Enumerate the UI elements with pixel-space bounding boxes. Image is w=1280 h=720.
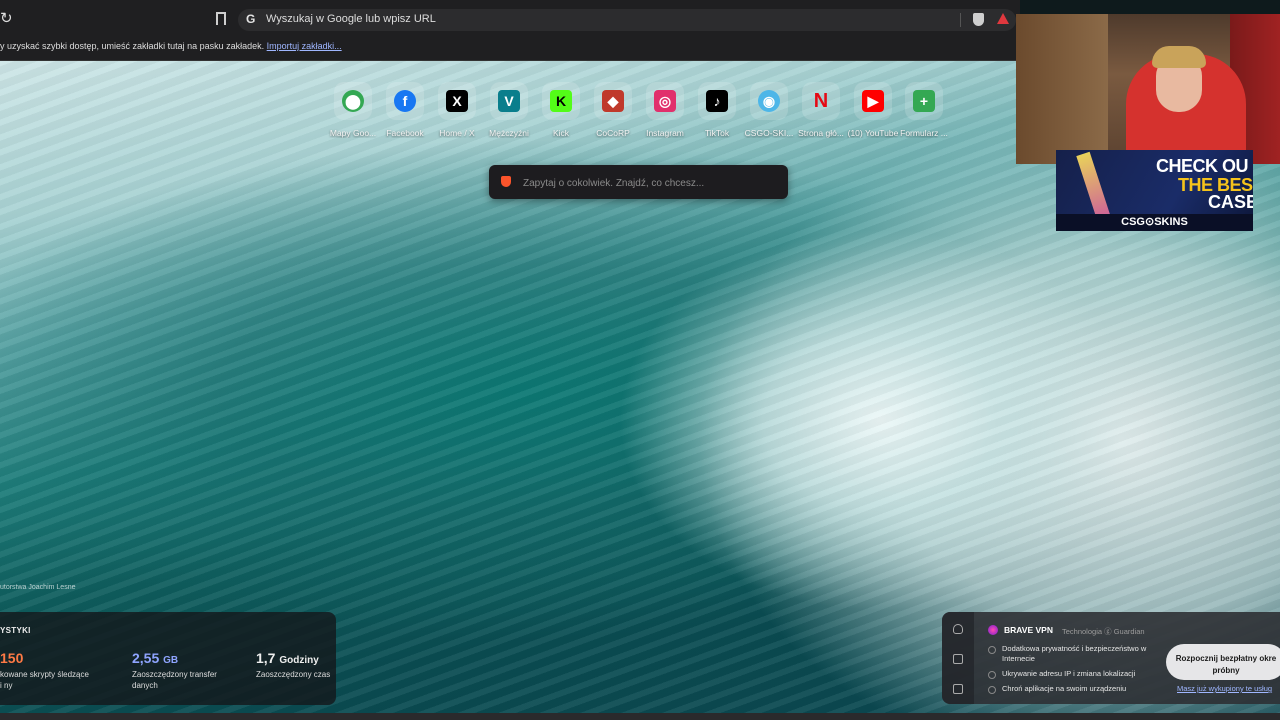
top-site-label: Formularz ... — [900, 128, 948, 138]
top-site-label: (10) YouTube — [847, 128, 899, 138]
top-site-tile[interactable]: X Home / X — [431, 82, 483, 144]
tile-icon-frame: V — [490, 82, 528, 120]
address-placeholder[interactable]: Wyszukaj w Google lub wpisz URL — [266, 13, 436, 25]
promo-line-3: CASE — [1208, 192, 1253, 212]
vpn-widget: BRAVE VPN Technologia ⓖ Guardian Dodatko… — [942, 612, 1280, 704]
taskbar-edge — [0, 713, 1280, 720]
vpn-shield-icon[interactable] — [953, 624, 963, 634]
promo-brand: CSG⊙SKINS — [1056, 214, 1253, 231]
top-site-label: Kick — [552, 128, 570, 138]
top-site-label: Home / X — [439, 128, 475, 138]
stat-bandwidth: 2,55 GB Zaoszczędzony transfer danych — [132, 650, 222, 691]
stat-trackers: 150 kowane skrypty śledzące i ny — [0, 650, 90, 691]
search-box[interactable] — [489, 165, 788, 199]
stat-value: 2,55 GB — [132, 650, 179, 666]
youtube-icon: ▶ — [862, 90, 884, 112]
top-site-tile[interactable]: + Formularz ... — [898, 82, 950, 144]
vpn-already-purchased-link[interactable]: Masz już wykupiony te usług — [1177, 684, 1272, 693]
browser-toolbar: ↻ G Wyszukaj w Google lub wpisz URL — [0, 0, 1020, 38]
top-site-label: Facebook — [386, 128, 424, 138]
widget-sidebar — [942, 612, 974, 704]
reload-icon[interactable]: ↻ — [0, 11, 14, 27]
bookmark-icon[interactable] — [216, 12, 226, 25]
tile-icon-frame: ▶ — [854, 82, 892, 120]
top-site-label: Mapy Goo... — [329, 128, 377, 138]
webcam-hair — [1152, 46, 1206, 68]
vpn-feature: Dodatkowa prywatność i bezpieczeństwo w … — [988, 644, 1160, 664]
google-icon: G — [246, 12, 256, 26]
tile-icon-frame: K — [542, 82, 580, 120]
alert-icon[interactable] — [953, 654, 963, 664]
top-site-tile[interactable]: K Kick — [535, 82, 587, 144]
google-maps-icon: ⬤ — [342, 90, 364, 112]
stat-value: 150 — [0, 650, 24, 666]
vinted-icon: V — [498, 90, 520, 112]
tile-icon-frame: ◆ — [594, 82, 632, 120]
top-site-tile[interactable]: ▶ (10) YouTube — [847, 82, 899, 144]
address-bar[interactable]: G Wyszukaj w Google lub wpisz URL — [238, 9, 1016, 31]
tile-icon-frame: ♪ — [698, 82, 736, 120]
cocorp-icon: ◆ — [602, 90, 624, 112]
top-site-label: CSGO-SKI... — [744, 128, 794, 138]
top-site-tile[interactable]: ◎ Instagram — [639, 82, 691, 144]
top-site-label: Instagram — [646, 128, 684, 138]
top-site-label: Strona głó... — [798, 128, 844, 138]
tile-icon-frame: N — [802, 82, 840, 120]
vpn-technology: Technologia ⓖ Guardian — [1062, 627, 1145, 636]
promo-banner: CHECK OU THE BES CASE CSG⊙SKINS — [1056, 150, 1253, 231]
promo-line-1: CHECK OU — [1156, 156, 1249, 176]
tile-icon-frame: f — [386, 82, 424, 120]
webcam-overlay — [1016, 14, 1280, 164]
divider — [960, 13, 961, 27]
stat-desc: kowane skrypty śledzące i ny — [0, 670, 89, 690]
csgo-skins-icon: ◉ — [758, 90, 780, 112]
stat-value: 1,7 Godziny — [256, 650, 319, 666]
top-site-tile[interactable]: V Mężczyźni — [483, 82, 535, 144]
brave-lion-icon — [501, 176, 511, 187]
top-site-tile[interactable]: ⬤ Mapy Goo... — [327, 82, 379, 144]
top-site-label: CoCoRP — [596, 128, 630, 138]
top-site-tile[interactable]: ◉ CSGO-SKI... — [743, 82, 795, 144]
tile-icon-frame: ◉ — [750, 82, 788, 120]
vpn-feature: Ukrywanie adresu IP i zmiana lokalizacji — [988, 669, 1160, 679]
top-site-tile[interactable]: N Strona głó... — [795, 82, 847, 144]
import-bookmarks-link[interactable]: Importuj zakładki... — [267, 41, 342, 51]
vpn-trial-button[interactable]: Rozpocznij bezpłatny okre próbny — [1166, 644, 1280, 680]
top-site-label: TikTok — [704, 128, 730, 138]
stat-desc: Zaoszczędzony transfer danych — [132, 670, 217, 690]
top-site-tile[interactable]: ◆ CoCoRP — [587, 82, 639, 144]
brave-shield-icon[interactable] — [973, 13, 984, 26]
brave-rewards-icon[interactable] — [997, 13, 1009, 24]
vpn-feature: Chroń aplikacje na swoim urządzeniu — [988, 684, 1160, 694]
tile-icon-frame: + — [905, 82, 943, 120]
netflix-icon: N — [813, 89, 829, 112]
top-site-label: Mężczyźni — [489, 128, 529, 138]
top-site-tile[interactable]: ♪ TikTok — [691, 82, 743, 144]
photo-credit[interactable]: utorstwa Joachim Lesne — [0, 584, 75, 591]
stat-desc: Zaoszczędzony czas — [256, 670, 331, 679]
tile-icon-frame: ◎ — [646, 82, 684, 120]
tiktok-icon: ♪ — [706, 90, 728, 112]
bookmarks-hint: y uzyskać szybki dostęp, umieść zakładki… — [0, 41, 342, 51]
x-icon: X — [446, 90, 468, 112]
card-icon[interactable] — [953, 684, 963, 694]
bookmarks-bar: y uzyskać szybki dostęp, umieść zakładki… — [0, 38, 1020, 61]
vpn-title: BRAVE VPN — [1004, 625, 1053, 635]
top-site-tile[interactable]: f Facebook — [379, 82, 431, 144]
privacy-stats-widget: YSTYKI 150 kowane skrypty śledzące i ny … — [0, 612, 336, 705]
kick-icon: K — [550, 90, 572, 112]
brave-vpn-icon — [988, 625, 998, 635]
stat-time: 1,7 Godziny Zaoszczędzony czas — [256, 650, 346, 680]
forms-plus-icon: + — [913, 90, 935, 112]
facebook-icon: f — [394, 90, 416, 112]
tile-icon-frame: X — [438, 82, 476, 120]
tile-icon-frame: ⬤ — [334, 82, 372, 120]
stats-title: YSTYKI — [0, 626, 31, 635]
webcam-shelf — [1016, 14, 1108, 164]
instagram-icon: ◎ — [654, 90, 676, 112]
search-input[interactable] — [521, 173, 775, 193]
